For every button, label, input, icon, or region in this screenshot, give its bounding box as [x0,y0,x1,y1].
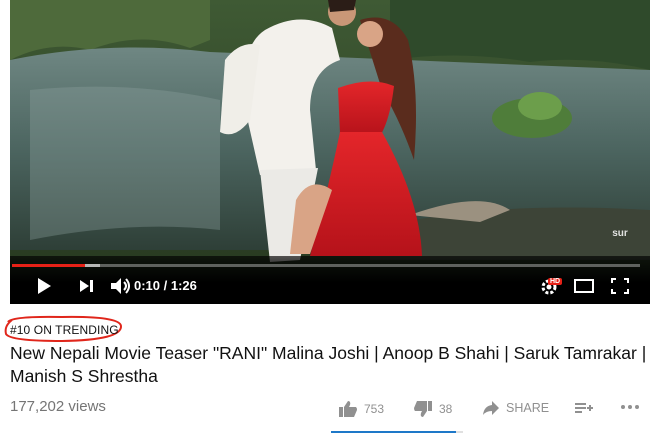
seek-bar-played [12,264,85,267]
volume-button[interactable] [108,276,134,296]
more-actions-button[interactable] [620,404,640,410]
share-arrow-icon [483,401,499,415]
volume-icon [111,278,130,294]
settings-button[interactable]: HD [538,276,564,296]
thumbs-up-icon [339,401,357,417]
play-icon [38,278,51,294]
video-frame [10,0,650,304]
next-icon [80,280,93,292]
add-to-playlist-icon [575,403,593,413]
time-display: 0:10 / 1:26 [134,278,197,293]
like-ratio-fill [331,431,457,433]
fullscreen-icon [611,278,629,294]
view-count: 177,202 views [10,398,106,415]
fullscreen-button[interactable] [608,276,632,296]
dislike-count: 38 [439,402,453,416]
like-button[interactable]: 753 [338,400,384,418]
theater-mode-button[interactable] [572,276,596,296]
video-title: New Nepali Movie Teaser "RANI" Malina Jo… [10,343,647,386]
share-label: SHARE [506,401,550,415]
play-button[interactable] [30,276,58,296]
like-count: 753 [364,402,385,416]
video-player[interactable]: sur [10,0,650,304]
like-dislike-ratio-bar [331,431,463,433]
add-to-playlist-button[interactable] [574,400,594,416]
dislike-button[interactable]: 38 [413,400,452,418]
share-button[interactable]: SHARE [482,400,549,416]
more-horizontal-icon [621,405,639,409]
hd-badge: HD [548,278,563,285]
trending-label[interactable]: #10 ON TRENDING [10,323,119,337]
theater-mode-icon [574,279,594,293]
thumbs-down-icon [414,401,432,417]
seek-bar-buffered [84,264,100,267]
next-button[interactable] [74,276,98,296]
seek-bar[interactable] [12,264,640,267]
channel-watermark: sur [612,228,628,239]
